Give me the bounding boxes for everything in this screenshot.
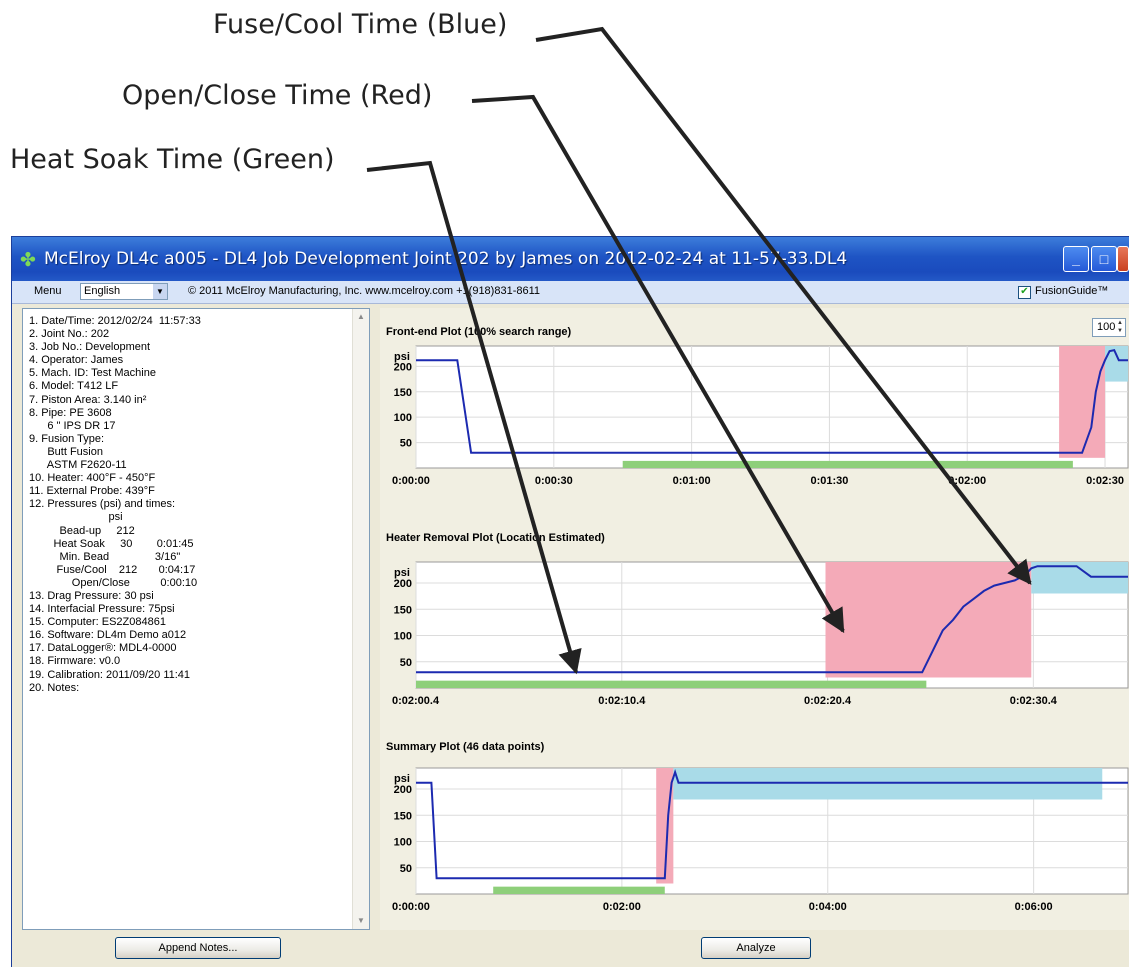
open-close-callout: Open/Close Time (Red) [122, 80, 433, 111]
x-tick-label: 0:02:00 [603, 901, 641, 913]
info-line: 7. Piston Area: 3.140 in² [29, 393, 147, 406]
plots-panel: Front-end Plot (100% search range) 100 ▲… [380, 308, 1129, 930]
fuse-cool-callout: Fuse/Cool Time (Blue) [213, 9, 508, 40]
maximize-button[interactable]: □ [1091, 246, 1117, 272]
info-line: 10. Heater: 400°F - 450°F [29, 472, 156, 485]
copyright-text: © 2011 McElroy Manufacturing, Inc. www.m… [188, 285, 541, 297]
info-line: 4. Operator: James [29, 354, 124, 367]
x-tick-label: 0:02:00.4 [392, 695, 440, 707]
info-line: Fuse/Cool 212 0:04:17 [29, 563, 196, 576]
y-tick-label: 50 [400, 438, 412, 450]
job-info-list: 1. Date/Time: 2012/02/24 11:57:33 2. Join… [29, 315, 201, 695]
scroll-up-icon[interactable]: ▲ [354, 310, 368, 324]
info-line: 8. Pipe: PE 3608 [29, 406, 112, 419]
x-tick-label: 0:02:10.4 [598, 695, 646, 707]
x-tick-label: 0:02:20.4 [804, 695, 852, 707]
x-tick-label: 0:02:30.4 [1010, 695, 1058, 707]
x-tick-label: 0:00:00 [392, 475, 430, 487]
x-tick-label: 0:02:00 [948, 475, 986, 487]
front-end-plot: psi 50 100 150 200 0:00:00 0:00:30 0:01:00 0:01:… [380, 340, 1129, 498]
info-line: 5. Mach. ID: Test Machine [29, 367, 156, 380]
spinner-arrows-icon[interactable]: ▲ ▼ [1115, 319, 1125, 336]
heater-removal-plot-title: Heater Removal Plot (Location Estimated) [386, 532, 605, 544]
info-line: 18. Firmware: v0.0 [29, 655, 121, 668]
app-icon: ✤ [20, 250, 36, 271]
minimize-button[interactable]: _ [1063, 246, 1089, 272]
app-window: ✤ McElroy DL4c a005 - DL4 Job Developmen… [12, 237, 1129, 967]
info-line: 16. Software: DL4m Demo a012 [29, 629, 187, 642]
info-line: 11. External Probe: 439°F [29, 485, 155, 498]
scroll-down-icon[interactable]: ▼ [354, 914, 368, 928]
info-line: Bead-up 212 [29, 524, 135, 537]
y-tick-label: 200 [394, 361, 412, 373]
job-info-panel: 1. Date/Time: 2012/02/24 11:57:33 2. Join… [22, 308, 370, 930]
close-button[interactable] [1117, 246, 1129, 272]
y-tick-label: 50 [400, 863, 412, 875]
fusionguide-checkbox[interactable]: ✔ [1018, 286, 1031, 299]
summary-plot: psi 50 100 150 200 0:00:00 0:02:00 0:04:00 0:06:… [380, 758, 1129, 922]
time-region [493, 886, 665, 894]
info-line: 12. Pressures (psi) and times: [29, 498, 176, 511]
language-value: English [84, 285, 121, 297]
info-line: psi [29, 511, 123, 524]
search-range-spinner[interactable]: 100 ▲ ▼ [1092, 318, 1126, 337]
front-end-plot-title: Front-end Plot (100% search range) [386, 326, 572, 338]
y-tick-label: 150 [394, 387, 412, 399]
x-tick-label: 0:02:30 [1086, 475, 1124, 487]
info-line: Open/Close 0:00:10 [29, 576, 198, 589]
plot-area [415, 345, 1129, 469]
info-line: 6 " IPS DR 17 [29, 419, 116, 432]
y-tick-label: 200 [394, 784, 412, 796]
info-line: 9. Fusion Type: [29, 432, 105, 445]
info-line: Min. Bead 3/16" [29, 550, 181, 563]
y-tick-label: 100 [394, 837, 412, 849]
x-tick-label: 0:00:00 [392, 901, 430, 913]
info-line: 14. Interfacial Pressure: 75psi [29, 603, 175, 616]
fusionguide-label: FusionGuide™ [1035, 285, 1109, 297]
info-line: 20. Notes: [29, 681, 80, 694]
menu-bar: Menu English ▼ © 2011 McElroy Manufactur… [12, 281, 1129, 304]
y-tick-label: 100 [394, 412, 412, 424]
heat-soak-callout: Heat Soak Time (Green) [10, 144, 335, 175]
menu-item[interactable]: Menu [34, 285, 62, 297]
x-tick-label: 0:01:30 [810, 475, 848, 487]
heater-removal-plot: psi 50 100 150 200 0:02:00.4 0:02:10.4 0:02:20.… [380, 552, 1129, 716]
info-line: 2. Joint No.: 202 [29, 328, 110, 341]
info-line: 19. Calibration: 2011/09/20 11:41 [29, 668, 191, 681]
time-region [1059, 346, 1106, 458]
x-tick-label: 0:01:00 [673, 475, 711, 487]
info-line: 15. Computer: ES2Z084861 [29, 616, 166, 629]
info-scrollbar[interactable]: ▲ ▼ [352, 309, 369, 929]
x-tick-label: 0:00:30 [535, 475, 573, 487]
time-region [673, 768, 1103, 800]
time-region [622, 460, 1073, 468]
info-line: ASTM F2620-11 [29, 459, 127, 472]
info-line: Heat Soak 30 0:01:45 [29, 537, 194, 550]
info-line: 6. Model: T412 LF [29, 380, 119, 393]
x-tick-label: 0:06:00 [1015, 901, 1053, 913]
title-bar[interactable]: ✤ McElroy DL4c a005 - DL4 Job Developmen… [12, 237, 1129, 281]
window-title: McElroy DL4c a005 - DL4 Job Development … [44, 249, 848, 269]
info-line: 13. Drag Pressure: 30 psi [29, 589, 154, 602]
info-line: Butt Fusion [29, 445, 103, 458]
time-region [416, 680, 927, 688]
y-tick-label: 150 [394, 604, 412, 616]
analyze-button[interactable]: Analyze [701, 937, 811, 959]
info-line: 3. Job No.: Development [29, 341, 151, 354]
y-tick-label: 100 [394, 631, 412, 643]
chevron-down-icon: ▼ [153, 284, 167, 299]
search-range-value: 100 [1097, 321, 1116, 333]
y-tick-label: 50 [400, 657, 412, 669]
info-line: 17. DataLogger®: MDL4-0000 [29, 642, 177, 655]
language-select[interactable]: English ▼ [80, 283, 168, 300]
y-tick-label: 150 [394, 810, 412, 822]
append-notes-button[interactable]: Append Notes... [115, 937, 281, 959]
summary-plot-title: Summary Plot (46 data points) [386, 741, 545, 753]
y-tick-label: 200 [394, 578, 412, 590]
x-tick-label: 0:04:00 [809, 901, 847, 913]
info-line: 1. Date/Time: 2012/02/24 11:57:33 [29, 315, 201, 327]
